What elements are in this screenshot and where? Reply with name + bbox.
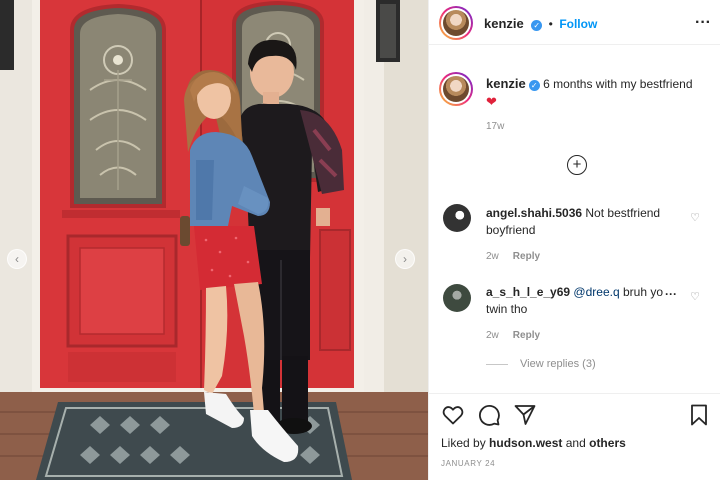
chevron-left-icon: ‹	[15, 252, 19, 266]
post-date[interactable]: JANUARY 24	[441, 459, 495, 468]
comment-bubble-icon[interactable]	[477, 403, 501, 427]
caption-username[interactable]: kenzie	[486, 76, 526, 91]
like-heart-icon[interactable]	[441, 403, 465, 427]
likes-middle: and	[565, 436, 586, 450]
caption-verified-badge-icon: ✓	[528, 80, 540, 91]
comment-meta: 2w Reply	[486, 251, 540, 262]
carousel-prev-button[interactable]: ‹	[7, 249, 27, 269]
comment-text-continued: twin tho	[486, 302, 528, 316]
comment-text: bruh yo	[622, 285, 664, 299]
comment-reply-button[interactable]: Reply	[513, 251, 540, 262]
comment-age: 2w	[486, 330, 499, 341]
photo-scene	[0, 0, 428, 480]
caption-avatar[interactable]	[439, 72, 473, 106]
share-paper-plane-icon[interactable]	[513, 403, 537, 427]
post-photo[interactable]: ‹ ›	[0, 0, 428, 480]
comment-reply-button[interactable]: Reply	[513, 330, 540, 341]
comment-username[interactable]: a_s_h_l_e_y69	[486, 285, 570, 299]
view-replies-label: View replies (3)	[520, 358, 596, 370]
comment-age: 2w	[486, 251, 499, 262]
save-bookmark-icon[interactable]	[687, 403, 711, 427]
likes-prefix: Liked by	[441, 436, 486, 450]
comment-avatar[interactable]	[443, 284, 471, 312]
post-header: kenzie ✓ • Follow ···	[429, 0, 720, 45]
comment-options-icon[interactable]: ···	[665, 287, 677, 301]
post-actions-bar	[441, 403, 711, 429]
separator-dot: •	[548, 17, 553, 31]
likes-others-link[interactable]: others	[589, 436, 626, 450]
comment-mention[interactable]: @dree.q	[573, 285, 619, 299]
comment-like-heart-icon[interactable]: ♡	[690, 211, 700, 224]
view-replies-button[interactable]: View replies (3)	[486, 358, 596, 370]
caption: kenzie ✓ 6 months with my bestfriend ❤	[486, 75, 706, 111]
comment-meta: 2w Reply	[486, 330, 540, 341]
caption-text: 6 months with my bestfriend	[543, 77, 693, 91]
verified-badge-icon: ✓	[531, 20, 543, 31]
comment-like-heart-icon[interactable]: ♡	[690, 290, 700, 303]
likes-user-link[interactable]: hudson.west	[489, 436, 562, 450]
plus-icon: +	[572, 156, 582, 173]
actions-divider	[429, 393, 720, 394]
chevron-right-icon: ›	[403, 252, 407, 266]
more-options-icon[interactable]: ···	[695, 14, 711, 32]
red-heart-emoji-icon: ❤	[486, 94, 497, 109]
likes-summary: Liked by hudson.west and others	[441, 436, 626, 450]
author-avatar[interactable]	[439, 6, 473, 40]
view-replies-line	[486, 363, 508, 365]
comment-avatar[interactable]	[443, 204, 471, 232]
comment-body: angel.shahi.5036 Not bestfriend boyfrien…	[486, 205, 696, 239]
load-more-comments-button[interactable]: +	[567, 155, 587, 175]
comment-username[interactable]: angel.shahi.5036	[486, 206, 582, 220]
follow-button[interactable]: Follow	[559, 17, 597, 31]
post-details-panel: kenzie ✓ • Follow ··· kenzie ✓ 6 months w…	[428, 0, 720, 480]
author-username[interactable]: kenzie	[484, 16, 524, 31]
comment-body: a_s_h_l_e_y69 @dree.q bruh yo twin tho	[486, 284, 686, 318]
author-line: kenzie ✓ • Follow	[484, 15, 597, 33]
carousel-next-button[interactable]: ›	[395, 249, 415, 269]
caption-age[interactable]: 17w	[486, 121, 504, 132]
